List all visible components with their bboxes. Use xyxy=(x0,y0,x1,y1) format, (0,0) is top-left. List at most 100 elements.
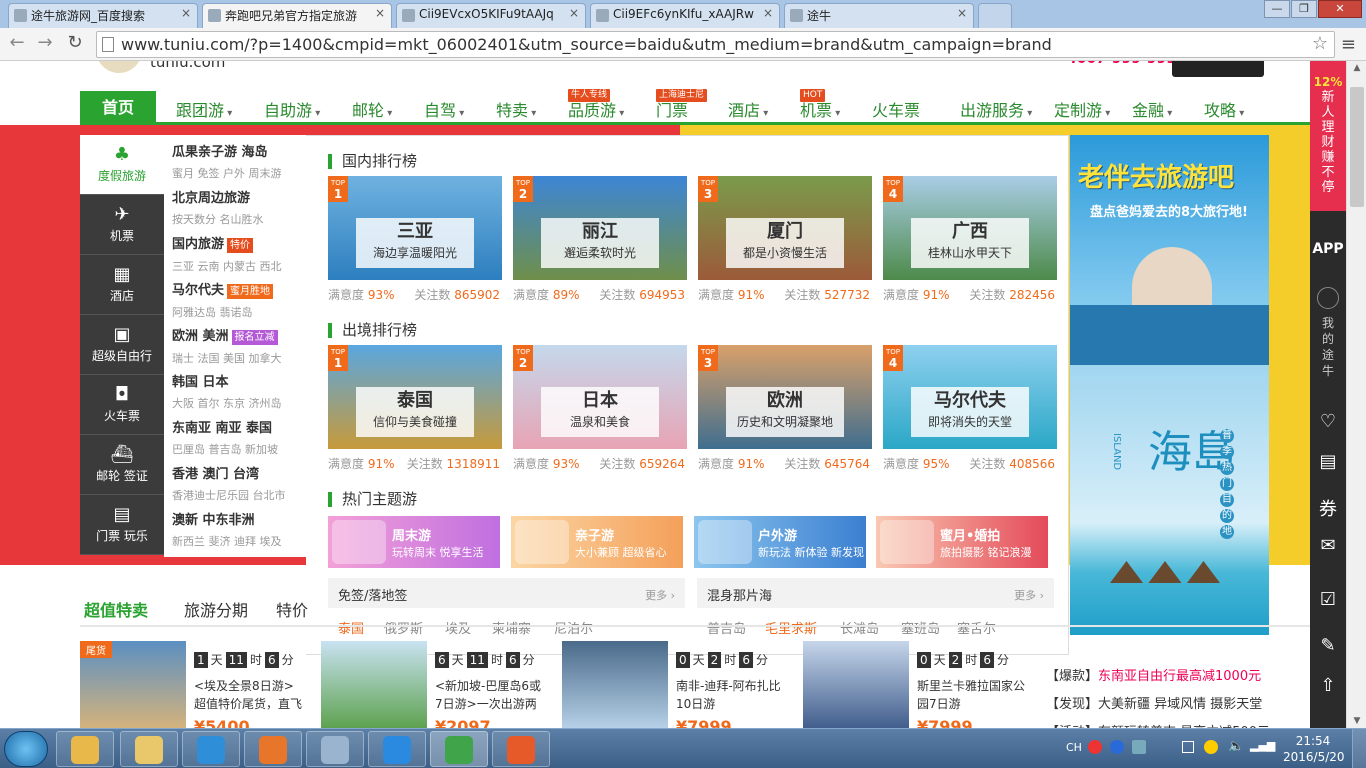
side-category[interactable]: ✈ 机票 xyxy=(80,195,164,255)
nav-item[interactable]: 机票 ▾ HOT xyxy=(800,89,840,121)
tab-close-icon[interactable]: × xyxy=(181,6,191,20)
submenu-title-text[interactable]: 马尔代夫 xyxy=(172,283,224,298)
submenu-title[interactable]: 马尔代夫 蜜月胜地 xyxy=(172,279,302,299)
logo-mascot[interactable] xyxy=(96,61,142,73)
taskbar-app[interactable] xyxy=(56,731,114,767)
destination-card[interactable]: TOP 2 丽江 邂逅柔软时光 xyxy=(513,176,687,280)
back-icon[interactable]: ← xyxy=(6,32,28,53)
nav-item-label[interactable]: 火车票 xyxy=(872,101,920,120)
security-tray-icon[interactable] xyxy=(1204,740,1218,754)
submenu-links[interactable]: 阿雅达岛 翡诺岛 xyxy=(172,304,302,320)
help-tray-icon[interactable] xyxy=(1110,740,1124,754)
submenu-links[interactable]: 巴厘岛 普吉岛 新加坡 xyxy=(172,441,302,457)
clock[interactable]: 21:54 2016/5/20 xyxy=(1283,733,1345,765)
windows-flag-tray-icon[interactable] xyxy=(1182,741,1194,753)
browser-tab[interactable]: 奔跑吧兄弟官方指定旅游 × xyxy=(202,3,392,29)
browser-tab[interactable]: Cii9EFc6ynKIfu_xAAJRw × xyxy=(590,3,780,28)
submenu-links[interactable]: 瑞士 法国 美国 加拿大 xyxy=(172,350,302,366)
ad-elderly-travel[interactable]: 老伴去旅游吧 盘点爸妈爱去的8大旅行地! xyxy=(1070,135,1269,385)
taskbar-app[interactable] xyxy=(492,731,550,767)
menu-icon[interactable]: ≡ xyxy=(1341,34,1356,55)
signal-icon[interactable]: ▂▄▆ xyxy=(1250,739,1275,752)
address-bar[interactable]: www.tuniu.com/?p=1400&cmpid=mkt_06002401… xyxy=(96,31,1335,58)
news-item[interactable]: 【爆款】东南亚自由行最高减1000元 xyxy=(1046,665,1261,684)
maximize-button[interactable]: ❐ xyxy=(1291,0,1317,18)
deals-tab[interactable]: 超值特卖 xyxy=(84,597,148,621)
deals-tab[interactable]: 旅游分期 xyxy=(184,597,248,621)
submenu-links[interactable]: 香港迪士尼乐园 台北市 xyxy=(172,487,302,503)
link-item[interactable]: 尼泊尔 xyxy=(554,618,593,637)
visa-more-link[interactable]: 更多 › xyxy=(645,587,675,603)
link-item[interactable]: 长滩岛 xyxy=(840,618,879,637)
destination-card[interactable]: TOP 2 日本 温泉和美食 xyxy=(513,345,687,449)
submenu-title[interactable]: 东南亚 南亚 泰国 xyxy=(172,417,302,436)
link-item[interactable]: 普吉岛 xyxy=(707,618,746,637)
browser-tab[interactable]: 途牛 × xyxy=(784,3,974,28)
side-category[interactable]: ▦ 酒店 xyxy=(80,255,164,315)
coupon-icon[interactable]: 券 xyxy=(1310,495,1346,521)
nav-item-label[interactable]: 自助游 xyxy=(264,101,312,120)
tab-close-icon[interactable]: × xyxy=(375,6,385,20)
link-item[interactable]: 埃及 xyxy=(445,618,471,637)
link-item[interactable]: 俄罗斯 xyxy=(384,618,423,637)
heart-icon[interactable]: ♡ xyxy=(1310,411,1346,432)
side-category[interactable]: ♣ 度假旅游 xyxy=(80,135,164,195)
submenu-title[interactable]: 北京周边旅游 xyxy=(172,187,302,206)
forward-icon[interactable]: → xyxy=(34,32,56,53)
submenu-title[interactable]: 香港 澳门 台湾 xyxy=(172,463,302,482)
nav-item[interactable]: 邮轮 ▾ xyxy=(352,97,392,121)
nav-item[interactable]: 定制游 ▾ xyxy=(1054,97,1110,121)
visa-bar[interactable]: 免签/落地签 更多 › xyxy=(328,578,685,608)
theme-card[interactable]: 蜜月•婚拍 旅拍摄影 铭记浪漫 xyxy=(876,516,1048,568)
deal-card[interactable]: 0 天 2 时 6 分南非-迪拜-阿布扎比10日游 ¥7999 xyxy=(562,641,789,728)
taskbar-app[interactable] xyxy=(120,731,178,767)
destination-card[interactable]: TOP 3 厦门 都是小资慢生活 xyxy=(698,176,872,280)
nav-item[interactable]: 品质游 ▾ 牛人专线 xyxy=(568,89,624,121)
taskbar-app[interactable] xyxy=(182,731,240,767)
destination-card[interactable]: TOP 3 欧洲 历史和文明凝聚地 xyxy=(698,345,872,449)
url-text[interactable]: www.tuniu.com/?p=1400&cmpid=mkt_06002401… xyxy=(121,35,1052,54)
header-banner[interactable] xyxy=(1172,61,1264,77)
submenu-links[interactable]: 三亚 云南 内蒙古 西北 xyxy=(172,258,302,274)
page-scrollbar[interactable]: ▲ ▼ xyxy=(1346,61,1366,728)
deal-card[interactable]: 0 天 2 时 6 分斯里兰卡雅拉国家公园7日游 ¥7999 xyxy=(803,641,1030,728)
submenu-title-text[interactable]: 澳新 中东非洲 xyxy=(172,513,255,528)
submenu-title-text[interactable]: 国内旅游 xyxy=(172,237,224,252)
taskbar-app[interactable] xyxy=(306,731,364,767)
nav-item-label[interactable]: 出游服务 xyxy=(960,101,1024,120)
nav-home[interactable]: 首页 xyxy=(80,91,156,125)
browser-tab[interactable]: Cii9EVcxO5KIFu9tAAJq × xyxy=(396,3,586,28)
tab-close-icon[interactable]: × xyxy=(763,6,773,20)
nav-item[interactable]: 门票 上海迪士尼 xyxy=(656,89,708,121)
nav-item-label[interactable]: 酒店 xyxy=(728,101,760,120)
scroll-down-icon[interactable]: ▼ xyxy=(1347,716,1366,726)
nav-item[interactable]: 特卖 ▾ xyxy=(496,97,536,121)
deal-card[interactable]: 尾货 1天11时6分 <埃及全景8日游>超值特价尾货，直飞红 ¥5400 xyxy=(80,641,307,728)
link-item[interactable]: 柬埔寨 xyxy=(492,618,531,637)
link-item[interactable]: 塞舌尔 xyxy=(957,618,996,637)
nav-item-label[interactable]: 自驾 xyxy=(424,101,456,120)
show-desktop-button[interactable] xyxy=(1352,729,1366,768)
nav-item-label[interactable]: 品质游 xyxy=(568,101,616,120)
news-text[interactable]: 大美新疆 异域风情 摄影天堂 xyxy=(1098,697,1262,712)
submenu-title[interactable]: 欧洲 美洲 报名立减 xyxy=(172,325,302,345)
submenu-title[interactable]: 韩国 日本 xyxy=(172,371,302,390)
nav-item[interactable]: 自驾 ▾ xyxy=(424,97,464,121)
side-category[interactable]: ▣ 超级自由行 xyxy=(80,315,164,375)
submenu-links[interactable]: 大阪 首尔 东京 济州岛 xyxy=(172,395,302,411)
nav-item-label[interactable]: 邮轮 xyxy=(352,101,384,120)
submenu-title[interactable]: 瓜果亲子游 海岛 xyxy=(172,141,302,160)
start-button[interactable] xyxy=(4,731,48,767)
taskbar-app[interactable] xyxy=(244,731,302,767)
scroll-thumb[interactable] xyxy=(1350,87,1364,207)
ad-island[interactable]: ISLAND 海島 普季热门目的地 xyxy=(1070,385,1269,635)
submenu-links[interactable]: 新西兰 斐济 迪拜 埃及 xyxy=(172,533,302,549)
nav-item-label[interactable]: 定制游 xyxy=(1054,101,1102,120)
nav-item[interactable]: 攻略 ▾ xyxy=(1204,97,1244,121)
destination-card[interactable]: TOP 1 三亚 海边享温暖阳光 xyxy=(328,176,502,280)
input-language[interactable]: CH xyxy=(1066,741,1082,754)
nav-item[interactable]: 火车票 xyxy=(872,97,920,121)
back-to-top-icon[interactable]: ⇧ xyxy=(1310,675,1346,696)
logo-text[interactable]: tuniu.com xyxy=(150,61,225,71)
destination-card[interactable]: TOP 4 马尔代夫 即将消失的天堂 xyxy=(883,345,1057,449)
